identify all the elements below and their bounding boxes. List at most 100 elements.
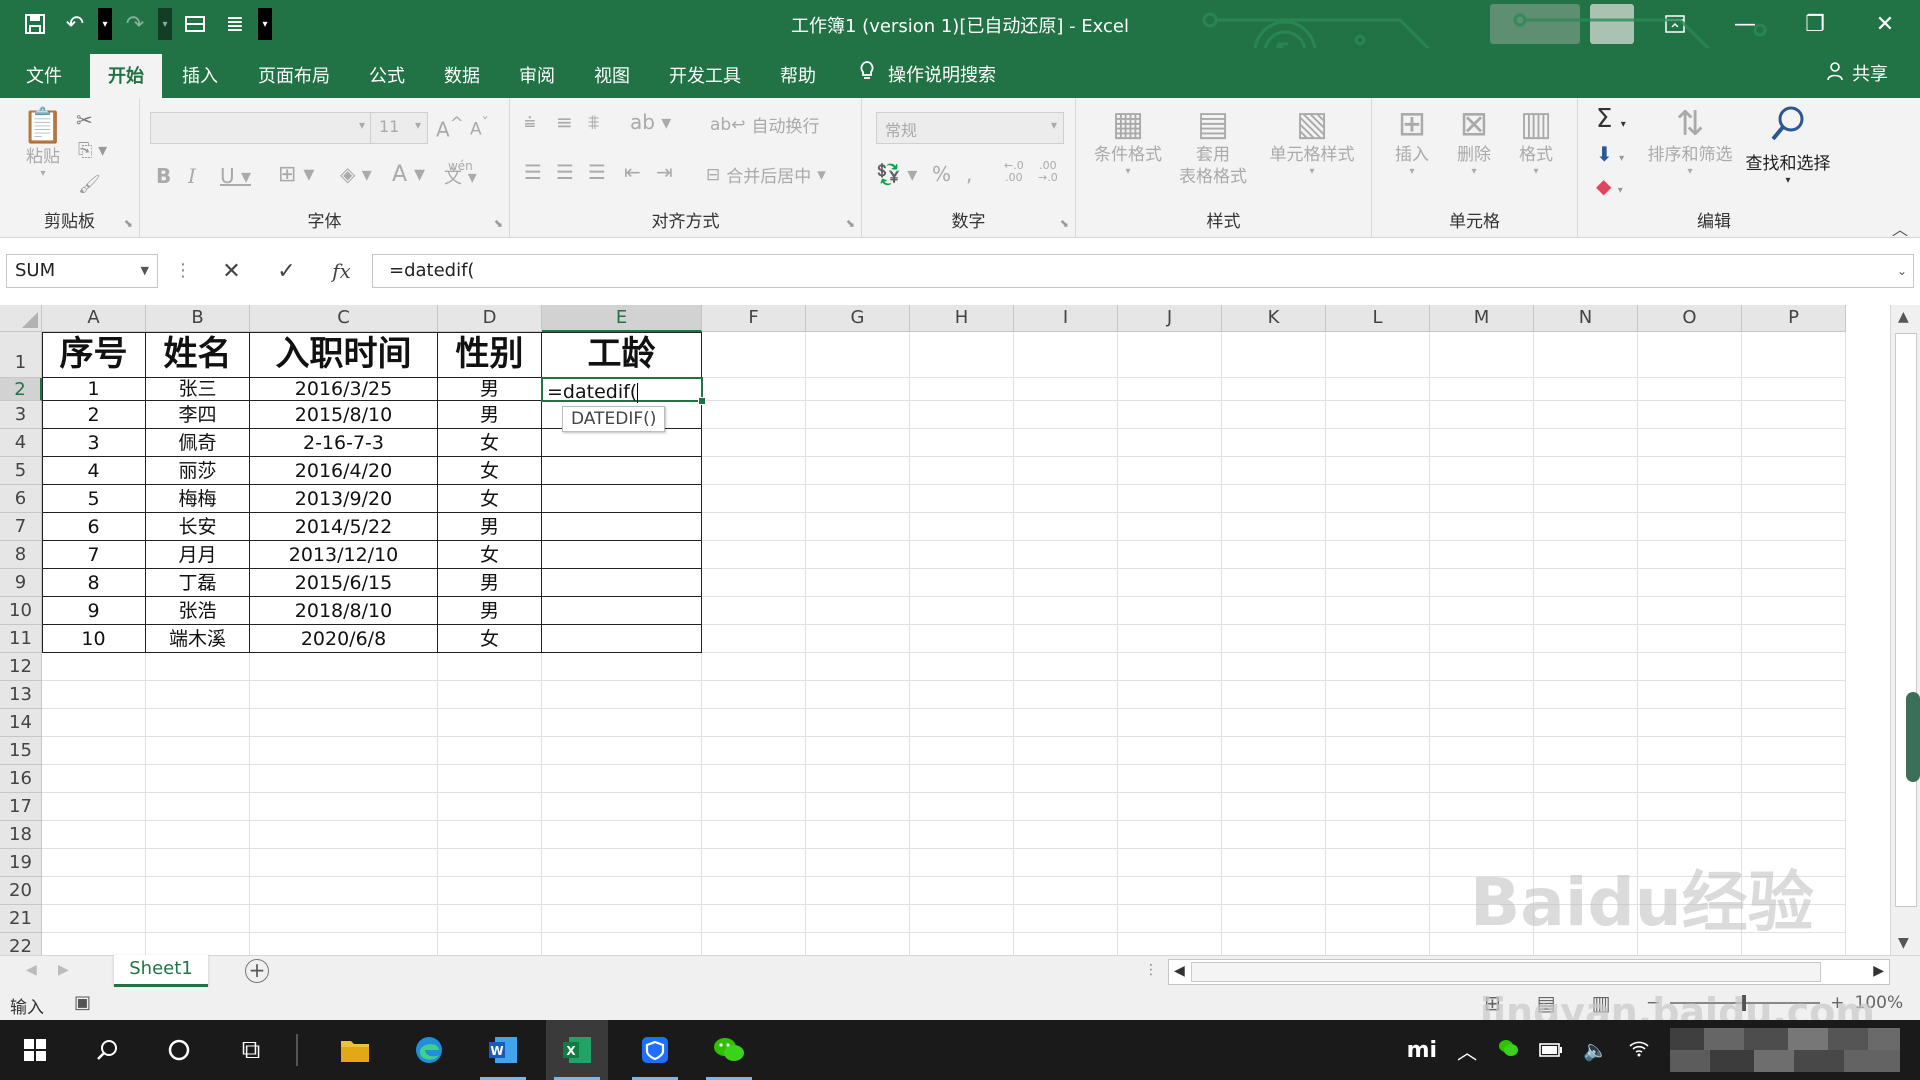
column-header-i[interactable]: I	[1014, 305, 1118, 332]
battery-icon[interactable]	[1539, 1038, 1563, 1062]
grid-cell[interactable]	[702, 457, 806, 485]
grid-cell[interactable]	[1118, 378, 1222, 401]
grid-cell[interactable]	[1742, 793, 1846, 821]
grid-cell[interactable]	[910, 793, 1014, 821]
grid-cell[interactable]	[146, 653, 250, 681]
grid-cell[interactable]	[806, 485, 910, 513]
grid-cell[interactable]	[1742, 709, 1846, 737]
grid-cell[interactable]	[910, 625, 1014, 653]
table-cell[interactable]: 女	[438, 457, 542, 485]
grid-cell[interactable]	[1014, 793, 1118, 821]
grid-cell[interactable]	[1118, 737, 1222, 765]
grid-cell[interactable]	[1014, 378, 1118, 401]
grid-cell[interactable]	[910, 332, 1014, 378]
grid-cell[interactable]	[1326, 821, 1430, 849]
grid-cell[interactable]	[806, 681, 910, 709]
grid-cell[interactable]	[1638, 541, 1742, 569]
row-header-10[interactable]: 10	[0, 597, 42, 625]
grid-cell[interactable]	[1222, 681, 1326, 709]
row-header-8[interactable]: 8	[0, 541, 42, 569]
seniority-cell[interactable]	[542, 597, 702, 625]
row-header-14[interactable]: 14	[0, 709, 42, 737]
grid-cell[interactable]	[1742, 625, 1846, 653]
table-cell[interactable]: 2018/8/10	[250, 597, 438, 625]
grid-cell[interactable]	[1430, 709, 1534, 737]
row-header-13[interactable]: 13	[0, 681, 42, 709]
row-header-17[interactable]: 17	[0, 793, 42, 821]
grid-cell[interactable]	[1118, 905, 1222, 933]
tab-home[interactable]: 开始	[90, 54, 162, 98]
grid-cell[interactable]	[1014, 821, 1118, 849]
grid-cell[interactable]	[42, 877, 146, 905]
insert-cells-button[interactable]: ⊞ 插入 ▾	[1382, 104, 1442, 177]
grid-cell[interactable]	[806, 709, 910, 737]
grid-cell[interactable]	[1430, 877, 1534, 905]
grid-cell[interactable]	[542, 709, 702, 737]
grid-cell[interactable]	[1534, 569, 1638, 597]
minimize-icon[interactable]: —	[1710, 0, 1780, 48]
fill-color-icon[interactable]: ◈ ▾	[340, 162, 372, 186]
page-break-view-icon[interactable]: ▥	[1592, 991, 1611, 1015]
zoom-level[interactable]: 100%	[1855, 993, 1904, 1013]
grid-cell[interactable]	[910, 653, 1014, 681]
grid-cell[interactable]	[542, 765, 702, 793]
column-header-j[interactable]: J	[1118, 305, 1222, 332]
grid-cell[interactable]	[1742, 429, 1846, 457]
grid-cell[interactable]	[438, 765, 542, 793]
table-cell[interactable]: 女	[438, 485, 542, 513]
borders-icon[interactable]: ⊞ ▾	[278, 162, 314, 187]
clear-icon[interactable]: ◆ ▾	[1596, 174, 1623, 198]
grid-cell[interactable]	[806, 513, 910, 541]
grid-cell[interactable]	[1534, 541, 1638, 569]
grid-cell[interactable]	[542, 681, 702, 709]
grid-cell[interactable]	[702, 625, 806, 653]
clock-area[interactable]	[1670, 1028, 1900, 1072]
grid-cell[interactable]	[1534, 429, 1638, 457]
table-cell[interactable]: 7	[42, 541, 146, 569]
grid-cell[interactable]	[250, 681, 438, 709]
grid-cell[interactable]	[1326, 541, 1430, 569]
grid-cell[interactable]	[250, 793, 438, 821]
grid-cell[interactable]	[1638, 737, 1742, 765]
conditional-format-button[interactable]: ▦ 条件格式 ▾	[1088, 104, 1168, 177]
grid-cell[interactable]	[438, 905, 542, 933]
macro-record-icon[interactable]: ▣	[74, 992, 91, 1013]
table-cell[interactable]: 男	[438, 597, 542, 625]
wrap-text-button[interactable]: ab↩ 自动换行	[710, 112, 819, 138]
grid-cell[interactable]	[1742, 765, 1846, 793]
formula-bar-grip-icon[interactable]: ⋮	[174, 260, 192, 281]
seniority-cell[interactable]	[542, 457, 702, 485]
grid-cell[interactable]	[1118, 877, 1222, 905]
row-header-16[interactable]: 16	[0, 765, 42, 793]
tab-insert[interactable]: 插入	[182, 62, 218, 88]
autosum-icon[interactable]: Σ ▾	[1596, 104, 1626, 134]
grid-cell[interactable]	[1534, 933, 1638, 955]
grid-cell[interactable]	[1014, 513, 1118, 541]
grid-cell[interactable]	[1118, 429, 1222, 457]
grid-cell[interactable]	[1326, 765, 1430, 793]
zoom-out-icon[interactable]: −	[1646, 993, 1660, 1013]
row-header-18[interactable]: 18	[0, 821, 42, 849]
percent-icon[interactable]: %	[932, 162, 951, 186]
grid-cell[interactable]	[250, 877, 438, 905]
table-cell[interactable]: 6	[42, 513, 146, 541]
grid-cell[interactable]	[542, 737, 702, 765]
vertical-scrollbar[interactable]: ▲ ▼	[1890, 305, 1920, 955]
grid-cell[interactable]	[1534, 821, 1638, 849]
grid-cell[interactable]	[1430, 378, 1534, 401]
grid-cell[interactable]	[1638, 653, 1742, 681]
alignment-launcher-icon[interactable]: ⬊	[846, 217, 855, 230]
decrease-font-icon[interactable]: Aˇ	[470, 116, 489, 140]
table-cell[interactable]: 2015/6/15	[250, 569, 438, 597]
column-header-k[interactable]: K	[1222, 305, 1326, 332]
redo-icon[interactable]: ↷	[118, 8, 152, 40]
sheet-tab-sheet1[interactable]: Sheet1	[114, 955, 208, 987]
table-cell[interactable]: 女	[438, 541, 542, 569]
grid-cell[interactable]	[1430, 541, 1534, 569]
grid-cell[interactable]	[1430, 905, 1534, 933]
grid-cell[interactable]	[1118, 793, 1222, 821]
column-header-g[interactable]: G	[806, 305, 910, 332]
table-cell[interactable]: 佩奇	[146, 429, 250, 457]
grid-cell[interactable]	[806, 849, 910, 877]
grid-cell[interactable]	[438, 737, 542, 765]
